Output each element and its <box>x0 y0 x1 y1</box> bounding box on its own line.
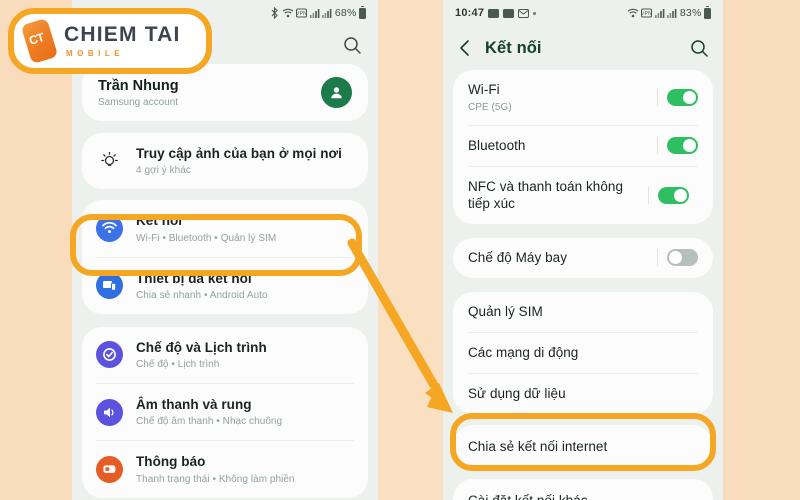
background-middle <box>378 0 443 500</box>
left-status-icons: VPN 68% <box>270 5 366 19</box>
sidebar-item-thong-bao[interactable]: Thông báo Thanh trạng thái • Không làm p… <box>82 441 368 497</box>
network-menu-card: Quản lý SIM Các mạng di động Sử dụng dữ … <box>453 291 713 414</box>
app-icon <box>503 8 515 18</box>
notification-icon <box>96 455 123 483</box>
search-icon[interactable] <box>343 36 362 55</box>
vpn-icon: VPN <box>296 8 308 18</box>
menu-item-cac-mang-di-dong[interactable]: Các mạng di động <box>453 333 713 373</box>
menu-item-su-dung-du-lieu[interactable]: Sử dụng dữ liệu <box>453 374 713 414</box>
logo-phone-icon: CT <box>20 17 60 65</box>
sidebar-item-ket-noi[interactable]: Kết nối Wi-Fi • Bluetooth • Quản lý SIM <box>82 200 368 256</box>
setting-row-airplane[interactable]: Chế độ Máy bay <box>453 238 713 278</box>
profile-name: Trần Nhung <box>98 77 179 94</box>
thong-bao-subtitle: Thanh trạng thái • Không làm phiền <box>136 473 295 485</box>
setting-row-wifi[interactable]: Wi-Fi CPE (5G) <box>453 70 713 125</box>
svg-text:VPN: VPN <box>296 11 307 17</box>
page-title: Kết nối <box>485 38 542 57</box>
ket-noi-subtitle: Wi-Fi • Bluetooth • Quản lý SIM <box>136 232 277 244</box>
search-icon[interactable] <box>690 39 709 58</box>
toggles-card: Wi-Fi CPE (5G) Bluetooth NFC và thanh to… <box>453 70 713 224</box>
menu-item-chia-se-ket-noi-internet[interactable]: Chia sẻ kết nối internet <box>453 425 713 469</box>
menu-item-quan-ly-sim[interactable]: Quản lý SIM <box>453 292 713 332</box>
dot-icon <box>533 11 537 15</box>
message-icon <box>518 8 530 18</box>
nfc-toggle[interactable] <box>658 186 689 204</box>
signal-icon <box>654 8 665 18</box>
wifi-icon <box>627 8 639 18</box>
wifi-toggle[interactable] <box>667 88 698 106</box>
sidebar-item-thiet-bi-da-ket-noi[interactable]: Thiết bị đã kết nối Chia sẻ nhanh • Andr… <box>82 258 368 314</box>
su-dung-du-lieu-label: Sử dụng dữ liệu <box>468 385 566 401</box>
suggestion-row[interactable]: Truy cập ảnh của bạn ở mọi nơi 4 gợi ý k… <box>82 133 368 189</box>
right-battery-percent: 83% <box>679 7 702 19</box>
bluetooth-label: Bluetooth <box>468 137 526 153</box>
right-status-bar: 10:47 VPN 83% <box>443 0 723 26</box>
airplane-toggle[interactable] <box>667 249 698 267</box>
clock: 10:47 <box>455 7 485 19</box>
right-status-icons: VPN 83% <box>627 5 711 19</box>
battery-icon <box>704 5 711 19</box>
cai-dat-ket-noi-khac-label: Cài đặt kết nối khác <box>468 492 698 500</box>
airplane-label: Chế độ Máy bay <box>468 249 568 265</box>
chevron-left-icon[interactable] <box>457 39 473 57</box>
divider <box>657 249 658 267</box>
divider <box>648 186 649 204</box>
connections-card: Kết nối Wi-Fi • Bluetooth • Quản lý SIM … <box>82 200 368 314</box>
che-do-title: Chế độ và Lịch trình <box>136 339 267 355</box>
bluetooth-toggle[interactable] <box>667 137 698 155</box>
sound-icon <box>96 398 123 426</box>
setting-row-nfc[interactable]: NFC và thanh toán không tiếp xúc <box>453 167 713 224</box>
system-card: Chế độ và Lịch trình Chế độ • Lịch trình… <box>82 326 368 498</box>
sidebar-item-che-do-va-lich-trinh[interactable]: Chế độ và Lịch trình Chế độ • Lịch trình <box>82 327 368 383</box>
nfc-label: NFC và thanh toán không tiếp xúc <box>468 178 623 212</box>
suggestion-subtitle: 4 gợi ý khác <box>136 165 191 177</box>
brand-logo: CT CHIEM TAI MOBILE <box>8 8 212 74</box>
svg-text:VPN: VPN <box>641 11 652 17</box>
bluetooth-icon <box>270 7 279 19</box>
wifi-sublabel: CPE (5G) <box>468 101 512 113</box>
chia-se-ket-noi-internet-label: Chia sẻ kết nối internet <box>468 438 608 454</box>
che-do-subtitle: Chế độ • Lịch trình <box>136 359 220 371</box>
lightbulb-icon <box>96 148 123 175</box>
signal-icon <box>322 8 332 18</box>
quan-ly-sim-label: Quản lý SIM <box>468 303 543 319</box>
divider <box>657 88 658 106</box>
left-battery-percent: 68% <box>334 7 357 19</box>
signal-icon <box>667 8 677 18</box>
left-phone-screen: VPN 68% Trần Nhung Samsung account Truy … <box>72 0 378 500</box>
background-right <box>723 0 800 500</box>
avatar[interactable] <box>321 77 352 108</box>
menu-item-cai-dat-ket-noi-khac[interactable]: Cài đặt kết nối khác <box>453 479 713 500</box>
am-thanh-subtitle: Chế độ âm thanh • Nhạc chuông <box>136 416 283 428</box>
other-connection-card: Cài đặt kết nối khác <box>453 479 713 500</box>
airplane-card: Chế độ Máy bay <box>453 237 713 278</box>
cac-mang-di-dong-label: Các mạng di động <box>468 344 579 360</box>
sidebar-item-am-thanh-va-rung[interactable]: Âm thanh và rung Chế độ âm thanh • Nhạc … <box>82 384 368 440</box>
battery-icon <box>359 5 366 19</box>
internet-sharing-card: Chia sẻ kết nối internet <box>453 424 713 469</box>
suggestion-card[interactable]: Truy cập ảnh của bạn ở mọi nơi 4 gợi ý k… <box>82 133 368 190</box>
signal-icon <box>309 8 320 18</box>
vpn-icon: VPN <box>641 8 653 18</box>
wifi-icon <box>96 214 123 242</box>
wifi-icon <box>282 8 294 18</box>
ket-noi-title: Kết nối <box>136 213 183 229</box>
modes-icon <box>96 341 123 369</box>
wifi-label: Wi-Fi <box>468 82 500 97</box>
background-left <box>0 0 72 500</box>
suggestion-title: Truy cập ảnh của bạn ở mọi nơi <box>136 146 342 161</box>
right-phone-screen: 10:47 VPN 83% Kết nối Wi-Fi CPE (5G) Blu… <box>443 0 723 500</box>
thiet-bi-subtitle: Chia sẻ nhanh • Android Auto <box>136 289 268 301</box>
am-thanh-title: Âm thanh và rung <box>136 397 252 413</box>
app-icon <box>488 8 500 18</box>
divider <box>657 137 658 155</box>
thiet-bi-title: Thiết bị đã kết nối <box>136 270 252 286</box>
profile-subtitle: Samsung account <box>98 96 179 108</box>
setting-row-bluetooth[interactable]: Bluetooth <box>453 126 713 166</box>
thong-bao-title: Thông báo <box>136 454 206 470</box>
right-app-bar: Kết nối <box>443 26 723 70</box>
devices-icon <box>96 272 123 300</box>
logo-brand-name: CHIEM TAI <box>64 23 181 46</box>
logo-tagline: MOBILE <box>66 49 125 58</box>
